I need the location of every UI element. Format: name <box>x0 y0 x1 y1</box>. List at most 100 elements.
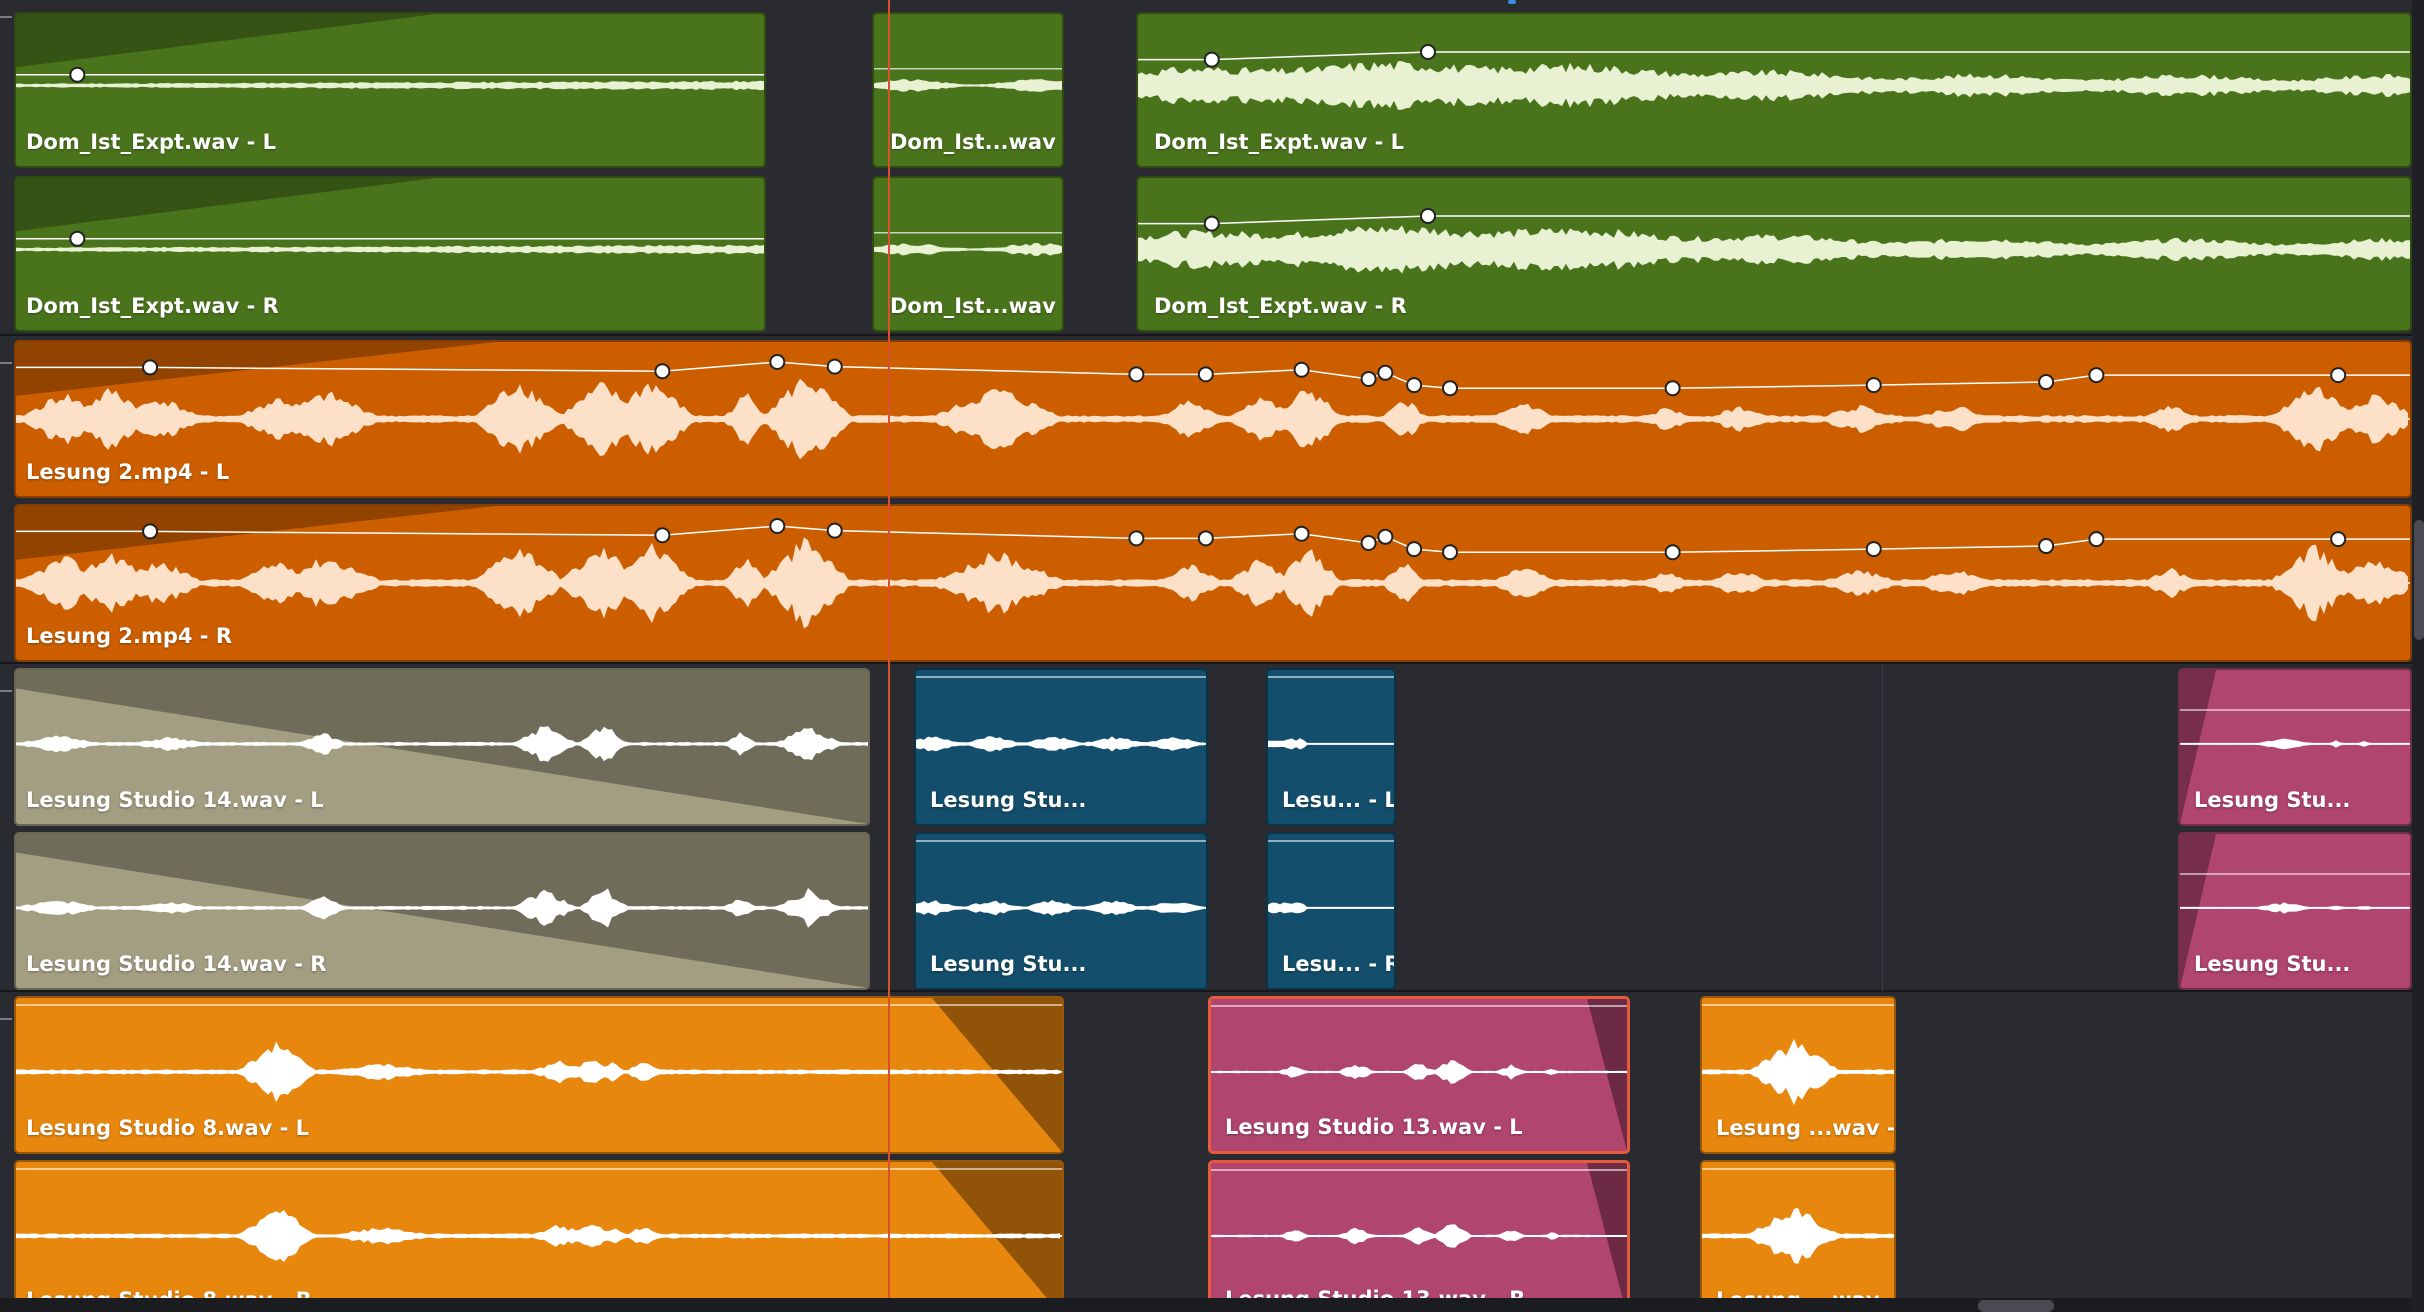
keyframe-dot <box>2088 531 2105 548</box>
clip-volume-line <box>1702 1004 1894 1006</box>
marker-icon[interactable] <box>1508 0 1516 4</box>
audio-clip[interactable]: Dom_Ist...wav - R <box>872 176 1064 332</box>
audio-clip[interactable]: Lesung Stu... <box>914 668 1208 826</box>
clip-name: Lesung Studio 8.wav - L <box>26 1116 310 1140</box>
horizontal-scrollbar[interactable] <box>0 1298 2424 1312</box>
fade-out-handle <box>1587 999 1627 1151</box>
clip-name: Lesung Studio 14.wav - L <box>26 788 324 812</box>
clip-volume-line <box>1211 1005 1627 1007</box>
fade-out-handle <box>932 998 1062 1152</box>
clip-name: Lesung 2.mp4 - R <box>26 624 232 648</box>
keyframe-dot <box>1865 377 1882 394</box>
clip-volume-line <box>1211 1169 1627 1171</box>
clip-name: Lesung Stu... <box>2194 952 2351 976</box>
audio-clip[interactable]: Lesung Studio 8.wav - R <box>14 1160 1064 1312</box>
keyframe-dot <box>2330 531 2347 548</box>
keyframe-dot <box>1360 370 1377 387</box>
clip-name: Dom_Ist...wav - L <box>890 130 1062 154</box>
audio-clip[interactable]: Dom_Ist...wav - L <box>872 12 1064 168</box>
keyframe-dot <box>1420 44 1437 60</box>
fade-in-handle <box>16 14 436 68</box>
keyframe-dot <box>1360 534 1377 551</box>
keyframe-dot <box>2330 367 2347 384</box>
clip-name: Lesung 2.mp4 - L <box>26 460 230 484</box>
clip-name: Lesung Studio 13.wav - L <box>1225 1115 1523 1139</box>
keyframe-dot <box>1203 51 1220 68</box>
clip-name: Dom_Ist_Expt.wav - R <box>26 294 279 318</box>
keyframe-dot <box>769 518 786 535</box>
keyframe-dot <box>1420 208 1437 224</box>
audio-clip[interactable]: Lesung Studio 8.wav - L <box>14 996 1064 1154</box>
clip-name: Dom_Ist...wav - R <box>890 294 1062 318</box>
audio-clip[interactable]: Lesung ...wav - R <box>1700 1160 1896 1312</box>
keyframe-dot <box>1128 366 1145 383</box>
clip-name: Dom_Ist_Expt.wav - L <box>26 130 277 154</box>
vertical-scroll-thumb[interactable] <box>2414 520 2424 640</box>
audio-timeline[interactable]: Dom_Ist_Expt.wav - L Dom_Ist...wav - L D… <box>0 0 2424 1312</box>
horizontal-scroll-thumb[interactable] <box>1978 1300 2054 1312</box>
keyframe-dot <box>1293 525 1310 542</box>
clip-volume-line <box>916 676 1206 678</box>
volume-automation-line <box>1138 215 2410 225</box>
keyframe-dot <box>69 230 86 247</box>
audio-clip-selected[interactable]: Lesung Studio 13.wav - L <box>1208 996 1630 1154</box>
audio-clip[interactable]: Lesung 2.mp4 - L <box>14 340 2412 498</box>
keyframe-dot <box>826 358 843 375</box>
audio-clip-selected[interactable]: Lesung Studio 13.wav - R <box>1208 1160 1630 1312</box>
audio-clip[interactable]: Dom_Ist_Expt.wav - L <box>14 12 766 168</box>
keyframe-dot <box>142 359 159 376</box>
keyframe-dot <box>1664 544 1681 561</box>
clip-name: Dom_Ist_Expt.wav - R <box>1154 294 1407 318</box>
keyframe-dot <box>1442 380 1459 397</box>
keyframe-dot <box>69 66 86 83</box>
keyframe-dot <box>1442 544 1459 561</box>
audio-clip[interactable]: Dom_Ist_Expt.wav - R <box>1136 176 2412 332</box>
vertical-scrollbar[interactable] <box>2412 0 2424 1312</box>
clip-volume-line <box>1268 840 1394 842</box>
audio-clip[interactable]: Lesung Stu... <box>914 832 1208 990</box>
keyframe-dot <box>1406 377 1423 394</box>
clip-volume-line <box>1702 1168 1894 1170</box>
playhead[interactable] <box>888 0 890 1300</box>
clip-volume-line <box>16 1168 1062 1170</box>
clip-overlay <box>16 342 2410 460</box>
audio-clip[interactable]: Lesu... - L <box>1266 668 1396 826</box>
fade-out-handle <box>1587 1163 1627 1312</box>
keyframe-dot <box>1128 530 1145 547</box>
track-tick <box>0 16 12 18</box>
audio-clip[interactable]: Lesung ...wav - L <box>1700 996 1896 1154</box>
keyframe-dot <box>1293 361 1310 378</box>
keyframe-dot <box>2038 374 2055 391</box>
audio-clip[interactable]: Lesung 2.mp4 - R <box>14 504 2412 662</box>
keyframe-dot <box>1406 541 1423 558</box>
audio-clip[interactable]: Dom_Ist_Expt.wav - L <box>1136 12 2412 168</box>
audio-clip[interactable]: Lesung Studio 14.wav - L <box>14 668 870 826</box>
keyframe-dot <box>1377 528 1394 545</box>
grid-line <box>1882 664 1883 992</box>
clip-volume-line <box>916 840 1206 842</box>
audio-clip[interactable]: Lesung Stu... <box>2178 832 2412 990</box>
fade-in-handle <box>16 178 436 232</box>
volume-automation-line <box>1138 51 2410 61</box>
clip-name: Lesung Stu... <box>2194 788 2351 812</box>
keyframe-dot <box>1197 366 1214 383</box>
keyframe-dot <box>1203 215 1220 232</box>
clip-name: Lesung Stu... <box>930 788 1087 812</box>
audio-clip[interactable]: Dom_Ist_Expt.wav - R <box>14 176 766 332</box>
keyframe-dot <box>142 523 159 540</box>
keyframe-dot <box>2088 367 2105 384</box>
keyframe-dot <box>2038 538 2055 555</box>
keyframe-dot <box>654 527 671 544</box>
clip-name: Lesung Stu... <box>930 952 1087 976</box>
keyframe-dot <box>826 522 843 539</box>
audio-clip[interactable]: Lesung Stu... <box>2178 668 2412 826</box>
keyframe-dot <box>1865 541 1882 558</box>
audio-clip[interactable]: Lesung Studio 14.wav - R <box>14 832 870 990</box>
clip-name: Lesu... - L <box>1282 788 1396 812</box>
keyframe-dot <box>1664 380 1681 397</box>
clip-name: Dom_Ist_Expt.wav - L <box>1154 130 1405 154</box>
keyframe-dot <box>769 354 786 371</box>
audio-clip[interactable]: Lesu... - R <box>1266 832 1396 990</box>
keyframe-dot <box>1377 364 1394 381</box>
track-tick <box>0 362 12 364</box>
